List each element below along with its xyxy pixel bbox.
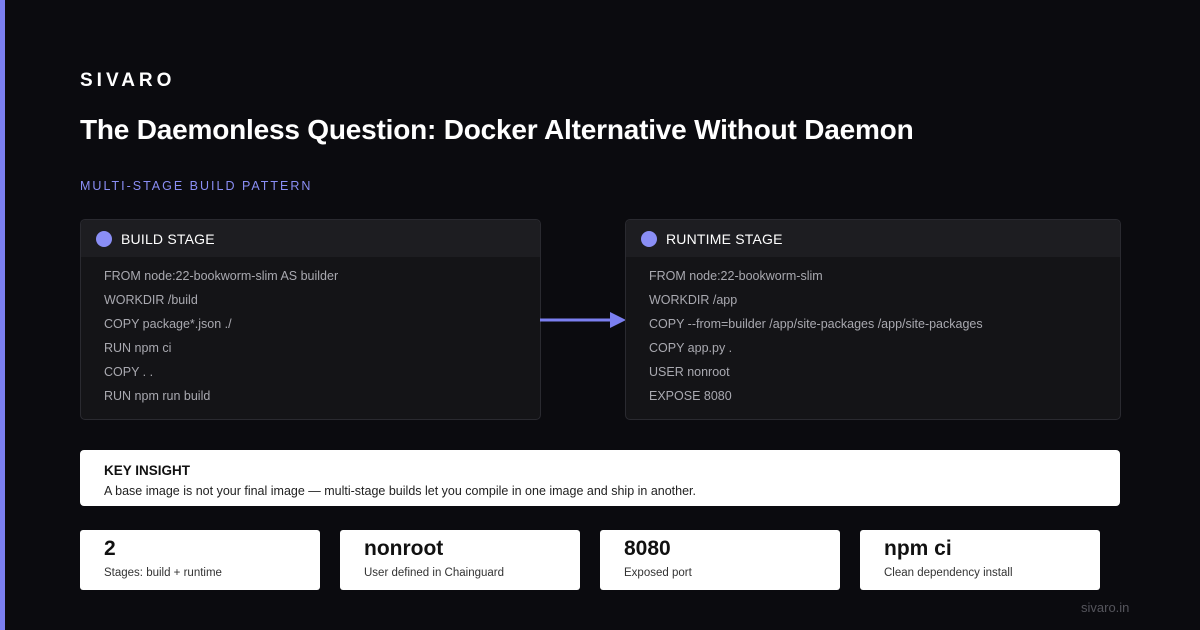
stat-value: 8080 [624,537,671,560]
page-title: The Daemonless Question: Docker Alternat… [80,114,914,145]
stat-card-install: npm ci Clean dependency install [860,530,1100,590]
code-line: WORKDIR /build [104,293,198,307]
build-stage-title: BUILD STAGE [121,230,215,247]
stat-label: Exposed port [624,567,692,579]
code-line: FROM node:22-bookworm-slim [649,269,823,283]
code-line: COPY package*.json ./ [104,317,232,331]
stat-value: 2 [104,537,116,560]
build-stage-card: BUILD STAGE FROM node:22-bookworm-slim A… [80,219,541,420]
code-line: EXPOSE 8080 [649,389,732,403]
section-label: MULTI-STAGE BUILD PATTERN [80,179,313,193]
accent-bar [0,0,5,630]
code-line: COPY app.py . [649,341,733,355]
code-line: USER nonroot [649,365,730,379]
key-insight-card: KEY INSIGHT A base image is not your fin… [80,450,1120,506]
runtime-stage-card: RUNTIME STAGE FROM node:22-bookworm-slim… [625,219,1121,420]
stat-label: Stages: build + runtime [104,567,222,579]
runtime-stage-header: RUNTIME STAGE [626,220,1120,257]
key-insight-title: KEY INSIGHT [104,463,191,478]
stat-label: User defined in Chainguard [364,567,505,579]
stat-card-stages: 2 Stages: build + runtime [80,530,320,590]
stat-value: nonroot [364,537,444,560]
build-stage-header: BUILD STAGE [81,220,540,257]
runtime-stage-code: FROM node:22-bookworm-slim WORKDIR /app … [626,257,1120,412]
code-line: RUN npm ci [104,341,172,355]
code-line: FROM node:22-bookworm-slim AS builder [104,269,339,283]
code-line: COPY --from=builder /app/site-packages /… [649,317,983,331]
code-line: COPY . . [104,365,154,379]
runtime-stage-title: RUNTIME STAGE [666,230,783,247]
code-line: WORKDIR /app [649,293,738,307]
stat-label: Clean dependency install [884,567,1013,579]
build-stage-code: FROM node:22-bookworm-slim AS builder WO… [81,257,540,412]
key-insight-text: A base image is not your final image — m… [104,484,696,498]
brand-logo: SIVARO [80,70,176,91]
stat-card-user: nonroot User defined in Chainguard [340,530,580,590]
arrow-right-icon [540,312,626,328]
build-stage-dot-icon [96,230,112,247]
stat-value: npm ci [884,537,952,560]
code-line: RUN npm run build [104,389,211,403]
stat-card-port: 8080 Exposed port [600,530,840,590]
footer-url: sivaro.in [1081,600,1130,615]
runtime-stage-dot-icon [641,230,657,247]
